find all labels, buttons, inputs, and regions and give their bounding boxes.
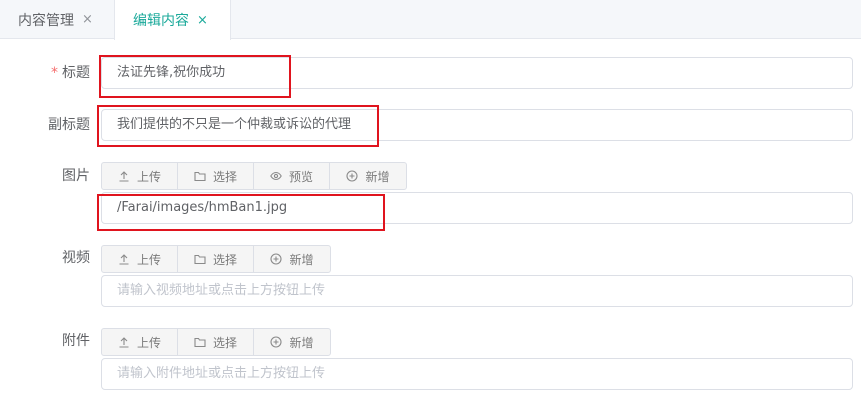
attachment-button-group: 上传 选择 新增 [101,328,331,356]
video-button-group: 上传 选择 新增 [101,245,331,273]
upload-icon [119,254,129,265]
attachment-label: 附件 [62,333,90,349]
upload-button[interactable]: 上传 [102,246,178,272]
image-button-group: 上传 选择 预览 新增 [101,162,407,190]
tab-label: 内容管理 [18,12,74,29]
select-button[interactable]: 选择 [178,163,254,189]
add-button[interactable]: 新增 [330,163,406,189]
image-path-input[interactable]: /Farai/images/hmBan1.jpg [101,192,853,224]
video-label: 视频 [62,250,90,266]
plus-circle-icon [270,253,283,265]
upload-icon [119,337,129,348]
image-label: 图片 [62,168,90,184]
tab-content-management[interactable]: 内容管理 × [0,0,114,39]
subtitle-label: 副标题 [48,117,90,133]
title-label: * 标题 [51,65,90,81]
folder-icon [194,337,206,348]
upload-icon [119,171,129,182]
upload-button[interactable]: 上传 [102,163,178,189]
subtitle-input[interactable]: 我们提供的不只是一个仲裁或诉讼的代理 [101,109,853,141]
plus-circle-icon [270,336,283,348]
title-input[interactable]: 法证先锋,祝你成功 [101,57,853,89]
tab-edit-content[interactable]: 编辑内容 × [114,0,231,40]
tab-bar: 内容管理 × 编辑内容 × [0,0,861,40]
required-mark: * [51,65,58,81]
eye-icon [270,171,282,181]
preview-button[interactable]: 预览 [254,163,330,189]
add-button[interactable]: 新增 [254,246,330,272]
select-button[interactable]: 选择 [178,246,254,272]
close-icon[interactable]: × [82,12,93,27]
tab-label: 编辑内容 [133,13,189,29]
folder-icon [194,254,206,265]
upload-button[interactable]: 上传 [102,329,178,355]
select-button[interactable]: 选择 [178,329,254,355]
close-icon[interactable]: × [197,13,208,28]
folder-icon [194,171,206,182]
plus-circle-icon [346,170,359,182]
add-button[interactable]: 新增 [254,329,330,355]
video-url-input[interactable]: 请输入视频地址或点击上方按钮上传 [101,275,853,307]
attachment-url-input[interactable]: 请输入附件地址或点击上方按钮上传 [101,358,853,390]
